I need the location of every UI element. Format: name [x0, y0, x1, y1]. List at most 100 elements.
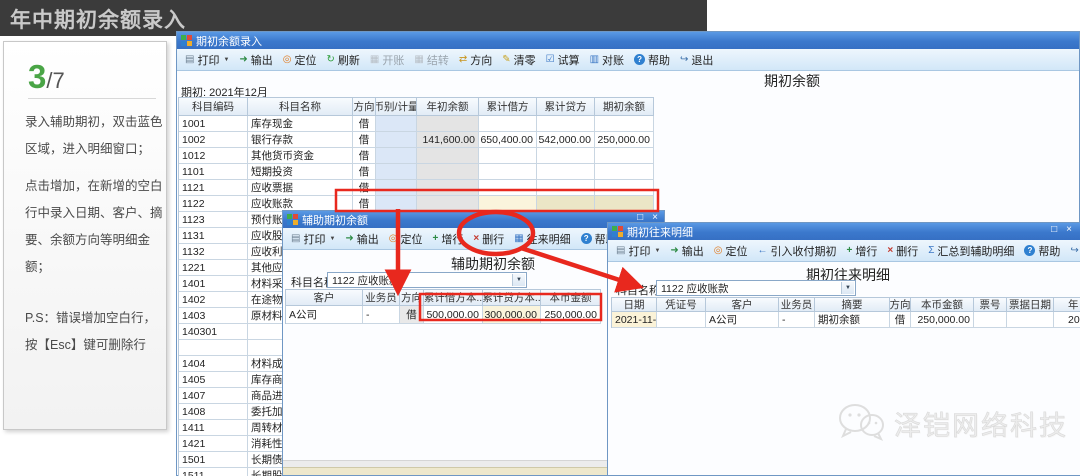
exit-button[interactable]: ↪退出 [675, 51, 718, 69]
print-button[interactable]: ▤ 打印 ▼ [180, 51, 234, 69]
cell [537, 148, 595, 164]
header-cell[interactable]: 科目编码 [179, 98, 248, 116]
header-cell[interactable]: 本币金额 [911, 298, 974, 312]
header-cell[interactable]: 累计贷方本.. [483, 290, 541, 306]
header-cell[interactable]: 币别/计量 [376, 98, 417, 116]
refresh-button[interactable]: ↻ 刷新 [322, 51, 365, 69]
header-cell[interactable]: 客户 [286, 290, 363, 306]
header-cell[interactable]: 方向 [890, 298, 911, 312]
delete-row-button[interactable]: × 删行 [468, 230, 509, 248]
header-cell[interactable]: 日期 [612, 298, 657, 312]
toolbar-button-label: 清零 [513, 54, 536, 67]
carryover-icon: ▦ [414, 53, 424, 65]
toolbar-button-label: 打印 [303, 233, 326, 246]
aux-row[interactable]: A公司 - 借 500,000.00 300,000.00 250,000.00 [286, 306, 601, 324]
header-cell[interactable]: 年 [1054, 298, 1080, 312]
clear-icon: ✎ [502, 53, 511, 65]
header-cell[interactable]: 业务员 [363, 290, 400, 306]
dropdown-icon[interactable]: ▼ [223, 57, 229, 63]
direction-button[interactable]: ⇄ 方向 [454, 51, 497, 69]
locate-icon: ◎ [282, 53, 292, 65]
header-cell[interactable]: 方向 [353, 98, 376, 116]
header-cell[interactable]: 业务员 [779, 298, 815, 312]
locate-icon: ◎ [388, 232, 398, 244]
delete-row-button[interactable]: × 删行 [882, 242, 923, 260]
subject-combobox[interactable]: 1122 应收账款 ▼ [656, 280, 856, 296]
header-cell[interactable]: 科目名称 [248, 98, 353, 116]
header-cell[interactable]: 本币金额 [541, 290, 601, 306]
account-row[interactable]: 1121 应收票据借 [179, 180, 654, 196]
cell: - [363, 306, 400, 324]
summarize-button[interactable]: Σ 汇总到辅助明细 [923, 242, 1019, 260]
cell: 1121 [179, 180, 248, 196]
export-button[interactable]: ➜ 输出 [234, 51, 277, 69]
cell: 650,400.00 [479, 132, 537, 148]
cell: 期初余额 [815, 312, 890, 328]
cell: 1404 [179, 356, 248, 372]
chevron-down-icon[interactable]: ▼ [512, 274, 525, 286]
app-icon [287, 214, 298, 225]
clear-button[interactable]: ✎ 清零 [497, 51, 540, 69]
cell [595, 164, 654, 180]
header-cell[interactable]: 年初余额 [417, 98, 479, 116]
export-button[interactable]: ➜ 输出 [665, 242, 708, 260]
account-row[interactable]: 1001 库存现金借 [179, 116, 654, 132]
sheet-heading: 期初余额 [764, 73, 820, 89]
account-row[interactable]: 1012 其他货币资金借 [179, 148, 654, 164]
header-cell[interactable]: 累计借方本.. [424, 290, 483, 306]
reconcile-button[interactable]: ▥ 对账 [585, 51, 629, 69]
cell: 借 [353, 148, 376, 164]
cell: 140301 [179, 324, 248, 340]
export-icon: ➜ [345, 232, 354, 244]
locate-button[interactable]: ◎ 定位 [278, 51, 322, 69]
cell [595, 148, 654, 164]
add-row-button[interactable]: + 增行 [428, 230, 469, 248]
header-cell[interactable]: 累计贷方 [537, 98, 595, 116]
cell: 借 [890, 312, 911, 328]
subject-value: 1122 应收账款 [661, 282, 729, 295]
locate-button[interactable]: ◎ 定位 [384, 230, 428, 248]
header-cell[interactable]: 方向 [400, 290, 424, 306]
print-button[interactable]: ▤ 打印 ▼ [286, 230, 340, 248]
detail-row[interactable]: 2021-11-30 A公司-期初余额借250,000.00 20 [612, 312, 1080, 328]
account-row[interactable]: 1002 银行存款借 141,600.00 650,400.00 542,000.00 2… [179, 132, 654, 148]
detail-icon: ▦ [514, 232, 524, 244]
refresh-icon: ↻ [326, 53, 335, 65]
cell [595, 180, 654, 196]
aux-balance-table: 客户 业务员 方向 累计借方本.. 累计贷方本.. 本币金额 A公司 - 借 500,000.00… [285, 289, 601, 324]
help-button[interactable]: ? 帮助 [629, 51, 675, 69]
locate-button[interactable]: ◎ 定位 [709, 242, 753, 260]
carryover-button[interactable]: ▦ 结转 [409, 51, 453, 69]
import-opening-button[interactable]: ← 引入收付期初 [753, 242, 842, 260]
cell: A公司 [706, 312, 779, 328]
header-cell[interactable]: 票据日期 [1007, 298, 1054, 312]
subject-value: 1122 应收账款 [332, 274, 400, 287]
cell: 1501 [179, 452, 248, 468]
header-cell[interactable]: 票号 [974, 298, 1007, 312]
header-cell[interactable]: 摘要 [815, 298, 890, 312]
header-cell[interactable]: 期初余额 [595, 98, 654, 116]
maximize-button[interactable]: □ [1051, 224, 1057, 235]
cell [376, 164, 417, 180]
open-account-button[interactable]: ▦ 开账 [365, 51, 409, 69]
print-button[interactable]: ▤ 打印 ▼ [611, 242, 665, 260]
header-cell[interactable]: 客户 [706, 298, 779, 312]
subject-combobox[interactable]: 1122 应收账款 ▼ [327, 272, 527, 288]
header-cell[interactable]: 累计借方 [479, 98, 537, 116]
toolbar-button-label: 帮助 [648, 54, 671, 67]
add-row-button[interactable]: + 增行 [842, 242, 883, 260]
dropdown-icon[interactable]: ▼ [329, 236, 335, 242]
account-row[interactable]: 1101 短期投资借 [179, 164, 654, 180]
help-button[interactable]: ? 帮助 [1019, 242, 1065, 260]
dropdown-icon[interactable]: ▼ [654, 248, 660, 254]
exit-button[interactable]: ↪退出 [1065, 242, 1080, 260]
current-detail-button[interactable]: ▦ 往来明细 [509, 230, 575, 248]
export-button[interactable]: ➜ 输出 [340, 230, 383, 248]
window-title: 期初余额录入 [196, 35, 262, 48]
close-button[interactable]: × [1066, 224, 1072, 235]
trial-balance-icon: ☑ [545, 53, 555, 65]
header-cell[interactable]: 凭证号 [657, 298, 706, 312]
trial-balance-button[interactable]: ☑ 试算 [541, 51, 585, 69]
chevron-down-icon[interactable]: ▼ [841, 282, 854, 294]
instruction-text-ps: P.S：错误增加空白行，按【Esc】键可删除行 [25, 311, 157, 352]
